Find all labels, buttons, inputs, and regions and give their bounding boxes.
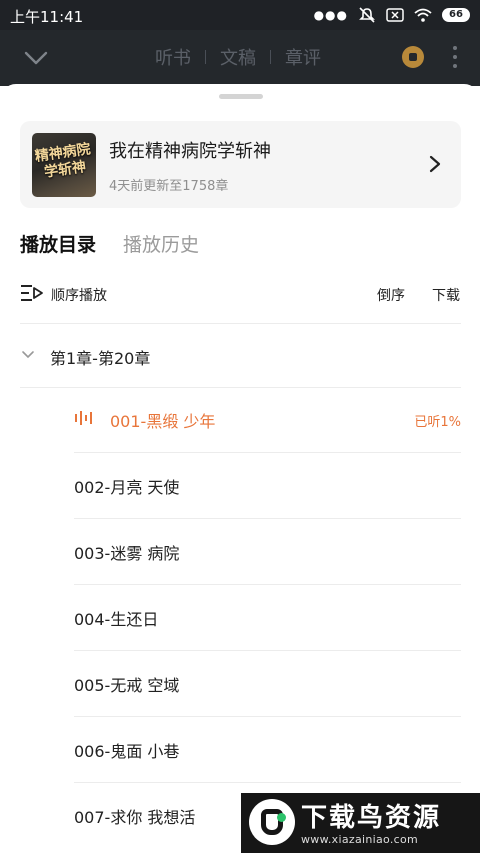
chapter-title: 003-迷雾 病院: [74, 544, 180, 563]
book-card[interactable]: 精神病院学斩神 我在精神病院学斩神 4天前更新至1758章: [20, 121, 461, 208]
chapter-title: 004-生还日: [74, 610, 159, 629]
chapter-row[interactable]: 005-无戒 空域: [74, 651, 461, 717]
audio-wave-icon: [75, 411, 92, 425]
sequential-play-label[interactable]: 顺序播放: [51, 285, 107, 305]
book-cover: 精神病院学斩神: [32, 133, 96, 197]
chevron-down-icon: [22, 351, 34, 359]
chapter-title: 007-求你 我想活: [74, 808, 196, 827]
chevron-down-icon[interactable]: [22, 44, 50, 72]
chapter-title: 001-黑缎 少年: [110, 412, 216, 431]
chapter-group-label: 第1章-第20章: [50, 349, 151, 368]
tab-catalog[interactable]: 播放目录: [20, 230, 96, 257]
more-dots-icon: ●●●: [313, 8, 348, 22]
wifi-icon: [414, 8, 432, 22]
mute-icon: [359, 7, 375, 23]
tab-listen[interactable]: 听书: [155, 44, 191, 70]
chapter-row[interactable]: 003-迷雾 病院: [74, 519, 461, 585]
tab-separator: [205, 50, 206, 64]
download-button[interactable]: 下载: [432, 285, 460, 305]
chevron-right-icon: [429, 155, 441, 173]
tab-history[interactable]: 播放历史: [123, 230, 199, 257]
chapter-title: 006-鬼面 小巷: [74, 742, 180, 761]
status-bar: 上午11:41 ●●● 66: [0, 0, 480, 30]
status-time: 上午11:41: [10, 8, 84, 26]
chapter-title: 005-无戒 空域: [74, 676, 180, 695]
cover-title-art: 精神病院学斩神: [33, 141, 92, 181]
tab-comments[interactable]: 章评: [285, 44, 321, 70]
player-top-bar: 听书 文稿 章评: [0, 30, 480, 86]
status-icons: ●●● 66: [314, 6, 470, 24]
site-watermark: 下载鸟资源 www.xiazainiao.com: [241, 793, 480, 853]
sim-x-icon: [386, 8, 404, 22]
watermark-name: 下载鸟资源: [301, 803, 442, 833]
top-tabs: 听书 文稿 章评: [155, 44, 321, 70]
chapter-title: 002-月亮 天使: [74, 478, 180, 497]
battery-icon: 66: [442, 8, 470, 22]
sequential-play-icon[interactable]: [20, 284, 44, 302]
watermark-url: www.xiazainiao.com: [301, 833, 419, 846]
reverse-order-button[interactable]: 倒序: [377, 285, 405, 305]
chapter-row[interactable]: 006-鬼面 小巷: [74, 717, 461, 783]
chapter-progress: 已听1%: [414, 415, 461, 430]
book-title: 我在精神病院学斩神: [109, 141, 271, 162]
watermark-logo-icon: [249, 799, 295, 845]
catalog-sheet: 精神病院学斩神 我在精神病院学斩神 4天前更新至1758章 播放目录 播放历史 …: [0, 84, 480, 853]
chapter-row[interactable]: 004-生还日: [74, 585, 461, 651]
sheet-handle[interactable]: [219, 94, 263, 99]
divider: [20, 323, 461, 324]
tab-separator: [270, 50, 271, 64]
chapter-row[interactable]: 002-月亮 天使: [74, 453, 461, 519]
coin-icon[interactable]: [402, 46, 424, 68]
book-update-info: 4天前更新至1758章: [109, 179, 229, 194]
chapter-row-playing[interactable]: 001-黑缎 少年 已听1%: [74, 387, 461, 453]
more-vertical-icon[interactable]: [449, 44, 461, 70]
playback-controls: 顺序播放 倒序 下载: [20, 282, 461, 306]
chapter-group-header[interactable]: 第1章-第20章: [20, 342, 461, 372]
tab-transcript[interactable]: 文稿: [220, 44, 256, 70]
